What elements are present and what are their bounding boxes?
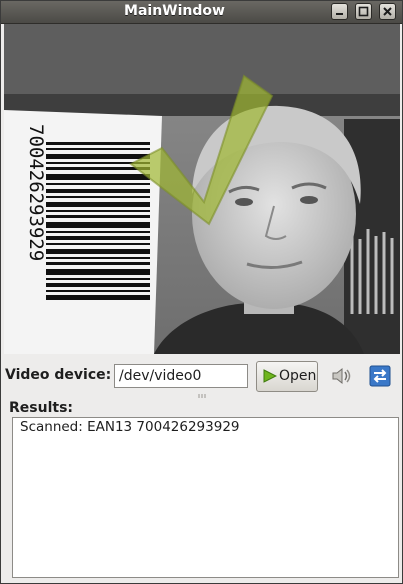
speaker-icon[interactable] bbox=[331, 367, 353, 385]
results-label: Results: bbox=[9, 400, 73, 416]
camera-view: 700426293929 bbox=[4, 24, 400, 354]
minimize-icon bbox=[336, 13, 343, 15]
close-icon bbox=[383, 7, 392, 16]
minimize-button[interactable] bbox=[331, 3, 348, 20]
play-icon bbox=[263, 369, 277, 383]
splitter-handle[interactable] bbox=[197, 394, 207, 398]
barcode-digits: 700426293929 bbox=[25, 124, 47, 261]
result-line: Scanned: EAN13 700426293929 bbox=[20, 419, 240, 435]
video-device-input[interactable] bbox=[114, 364, 248, 388]
open-button-label: Open bbox=[279, 368, 317, 384]
window-title: MainWindow bbox=[124, 3, 225, 19]
main-window: MainWindow 700426293929 Video device: /d… bbox=[0, 0, 403, 584]
results-text-area[interactable]: Scanned: EAN13 700426293929 bbox=[12, 417, 399, 578]
video-device-label: Video device: bbox=[5, 367, 112, 383]
close-button[interactable] bbox=[379, 3, 396, 20]
title-bar[interactable]: MainWindow bbox=[1, 1, 402, 24]
camera-frame: 700426293929 bbox=[4, 24, 400, 354]
switch-icon[interactable] bbox=[369, 365, 391, 387]
open-button[interactable]: Open bbox=[256, 361, 318, 392]
maximize-icon bbox=[358, 6, 369, 17]
maximize-button[interactable] bbox=[355, 3, 372, 20]
